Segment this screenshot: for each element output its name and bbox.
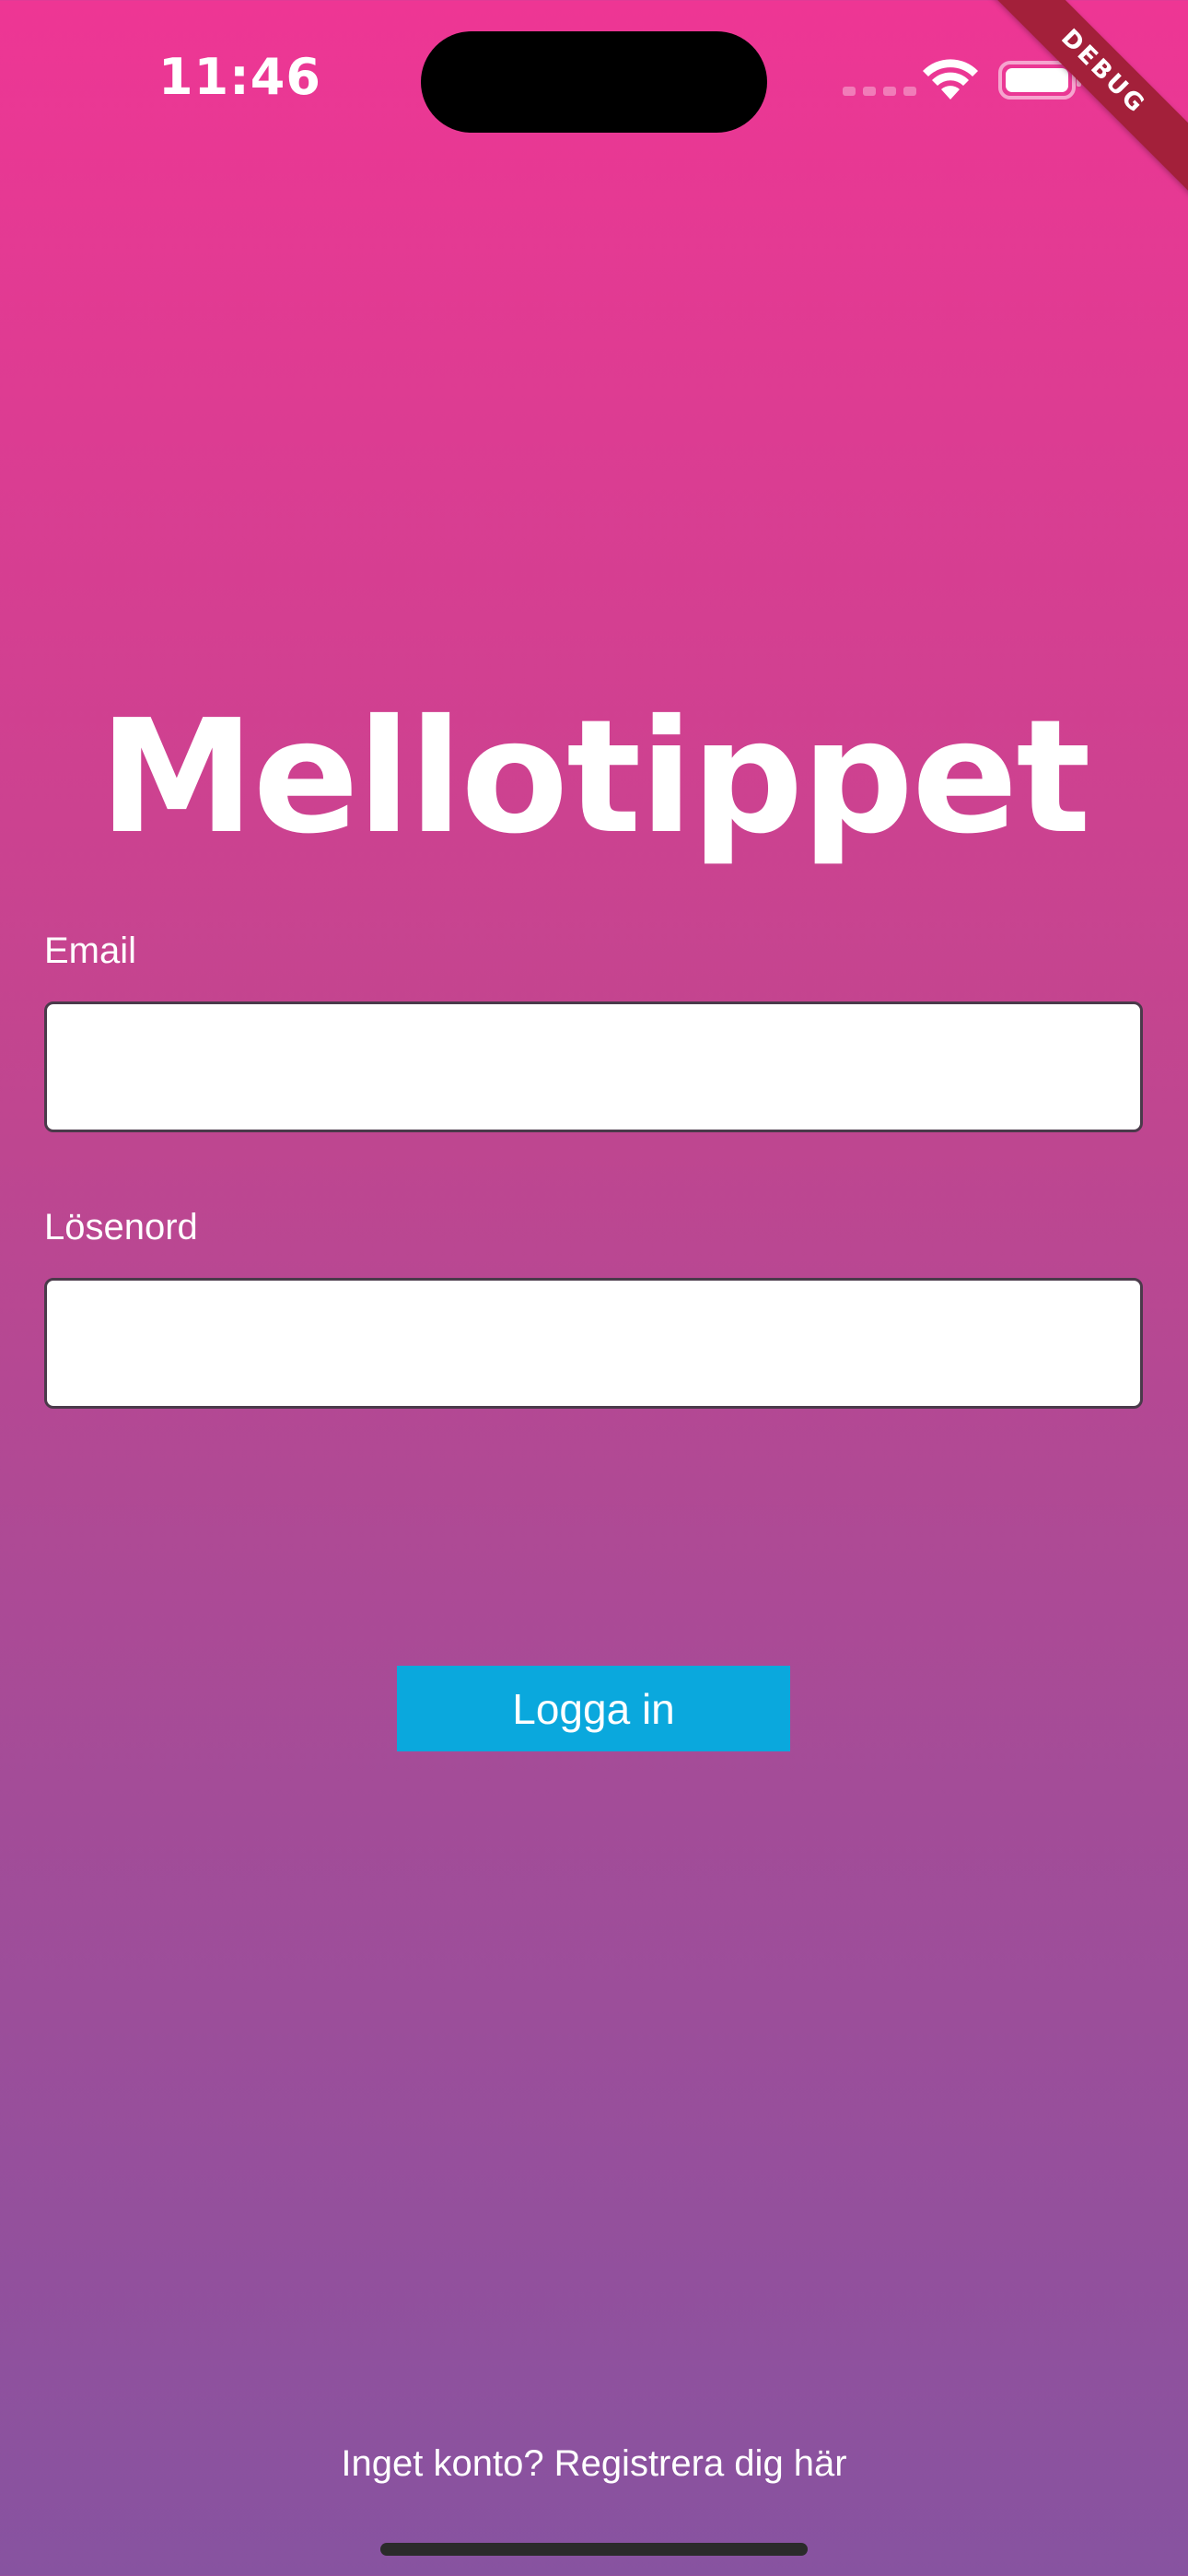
wifi-icon [923,59,978,100]
debug-banner: DEBUG [949,0,1188,226]
email-label: Email [44,931,137,971]
home-indicator [380,2543,808,2556]
password-field[interactable] [44,1278,1143,1409]
status-time: 11:46 [158,48,321,106]
cellular-signal-icon [843,87,916,96]
dynamic-island [421,31,767,133]
login-button[interactable]: Logga in [397,1666,790,1751]
password-label: Lösenord [44,1207,198,1247]
app-title: Mellotippet [99,686,1090,869]
email-field[interactable] [44,1001,1143,1132]
register-link[interactable]: Inget konto? Registrera dig här [0,2443,1188,2485]
